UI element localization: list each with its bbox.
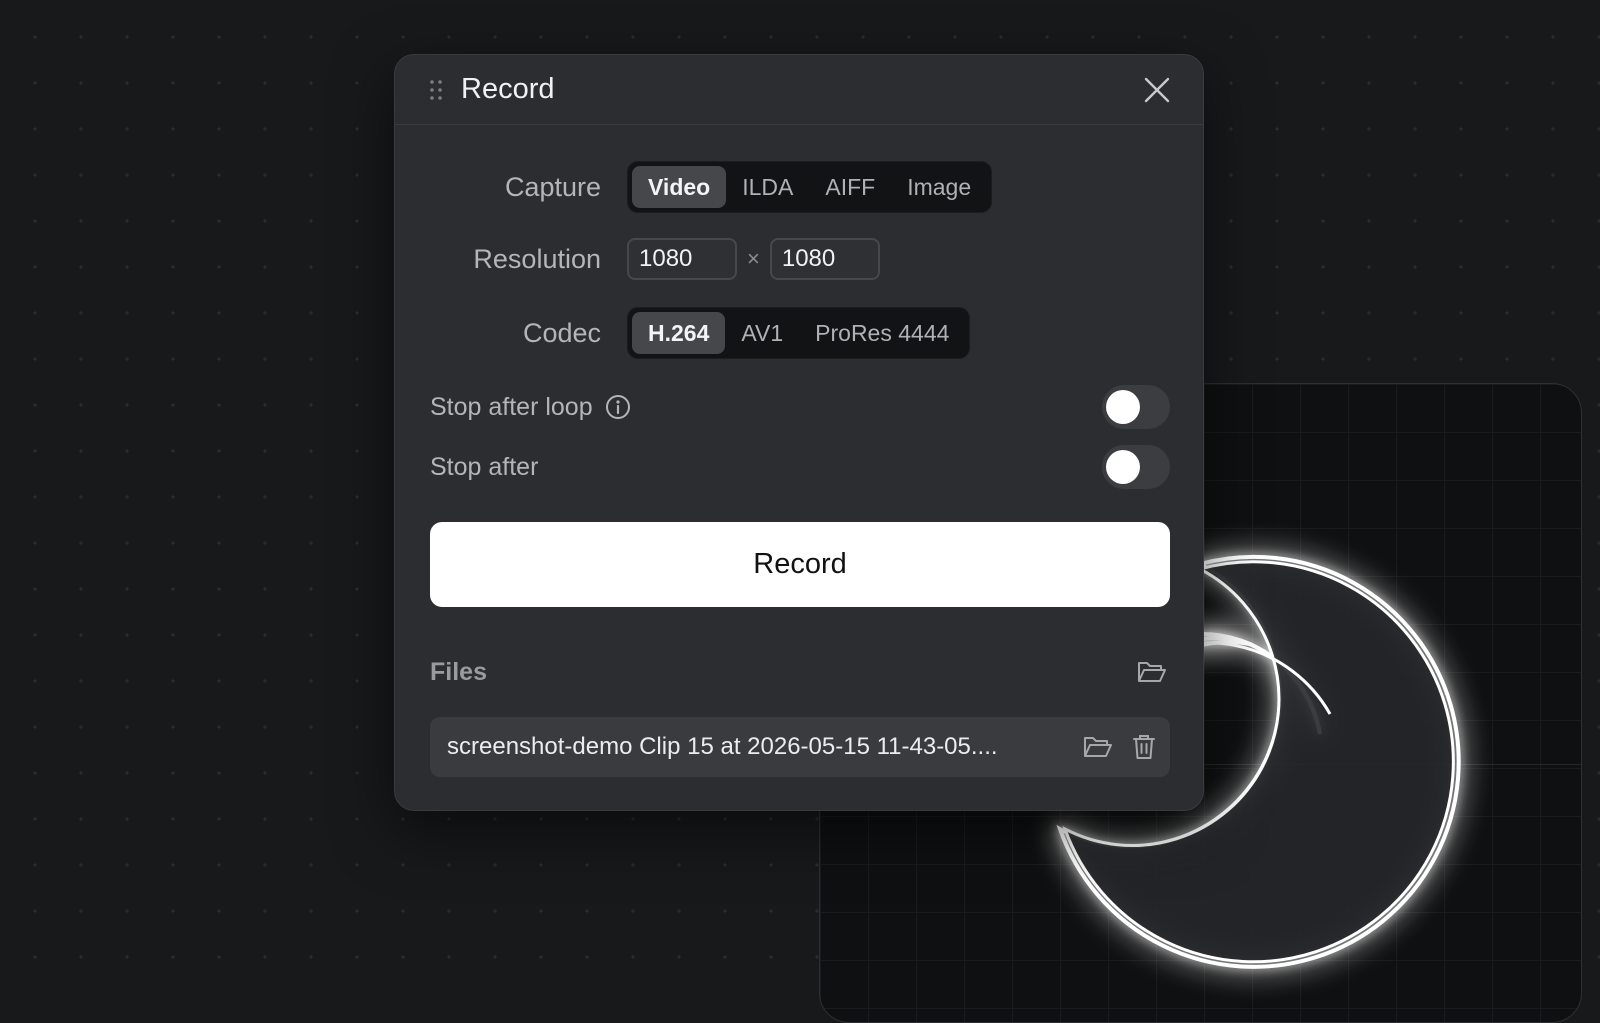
dialog-title: Record bbox=[461, 73, 555, 105]
capture-option-image[interactable]: Image bbox=[891, 166, 987, 208]
folder-open-icon bbox=[1138, 662, 1166, 682]
dialog-header: Record bbox=[395, 55, 1203, 125]
capture-segmented-control: Video ILDA AIFF Image bbox=[627, 161, 993, 213]
capture-option-video[interactable]: Video bbox=[632, 166, 727, 208]
delete-file-button[interactable] bbox=[1126, 729, 1162, 765]
toggle-knob bbox=[1106, 390, 1140, 424]
capture-option-ilda[interactable]: ILDA bbox=[726, 166, 809, 208]
resolution-height-input[interactable]: 1080 bbox=[769, 238, 880, 280]
capture-label: Capture bbox=[504, 171, 601, 202]
resolution-width-input[interactable]: 1080 bbox=[627, 238, 737, 280]
codec-row: Codec H.264 AV1 ProRes 4444 bbox=[395, 307, 971, 359]
file-list-item[interactable]: screenshot-demo Clip 15 at 2026-05-15 11… bbox=[430, 717, 1170, 777]
file-actions bbox=[1080, 729, 1162, 765]
reveal-file-button[interactable] bbox=[1080, 729, 1116, 765]
codec-option-prores[interactable]: ProRes 4444 bbox=[799, 312, 965, 354]
capture-row: Capture Video ILDA AIFF Image bbox=[395, 161, 993, 213]
file-name: screenshot-demo Clip 15 at 2026-05-15 11… bbox=[447, 733, 998, 760]
stop-after-loop-row: Stop after loop bbox=[430, 385, 1170, 429]
toggle-knob bbox=[1106, 450, 1140, 484]
stop-after-row: Stop after bbox=[430, 445, 1170, 489]
folder-open-icon bbox=[1084, 737, 1112, 757]
codec-label: Codec bbox=[522, 317, 601, 348]
trash-icon bbox=[1133, 735, 1155, 759]
codec-option-av1[interactable]: AV1 bbox=[725, 312, 799, 354]
resolution-label: Resolution bbox=[473, 243, 601, 274]
stop-after-loop-label-wrap: Stop after loop bbox=[430, 393, 1102, 422]
codec-option-h264[interactable]: H.264 bbox=[632, 312, 726, 354]
stop-after-loop-toggle[interactable] bbox=[1102, 385, 1170, 429]
record-button[interactable]: Record bbox=[430, 522, 1170, 607]
stop-after-label: Stop after bbox=[430, 452, 539, 481]
drag-handle-icon[interactable] bbox=[429, 79, 443, 101]
open-files-folder-button[interactable] bbox=[1134, 654, 1170, 690]
files-title: Files bbox=[430, 657, 487, 686]
files-header: Files bbox=[430, 652, 1170, 692]
record-dialog: Record Capture Video ILDA AIFF Image Res… bbox=[394, 54, 1204, 811]
stop-after-loop-label: Stop after loop bbox=[430, 392, 593, 421]
close-button[interactable] bbox=[1139, 72, 1175, 108]
close-icon bbox=[1144, 77, 1170, 102]
info-icon[interactable] bbox=[605, 394, 631, 420]
codec-segmented-control: H.264 AV1 ProRes 4444 bbox=[627, 307, 971, 359]
capture-option-aiff[interactable]: AIFF bbox=[809, 166, 891, 208]
resolution-row: Resolution 1080 × 1080 bbox=[395, 238, 880, 280]
stop-after-toggle[interactable] bbox=[1102, 445, 1170, 489]
resolution-separator: × bbox=[747, 246, 760, 271]
